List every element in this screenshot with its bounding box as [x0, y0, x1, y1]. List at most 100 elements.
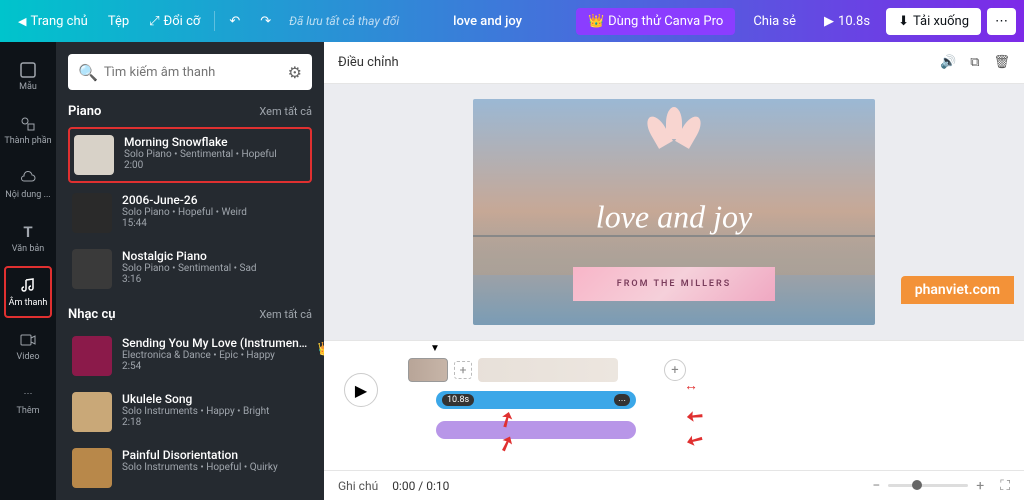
timeline-play-button[interactable]: ▶ — [344, 373, 378, 407]
rail-text[interactable]: TVăn bản — [4, 212, 52, 264]
section-title: Piano — [68, 104, 101, 119]
time-display: 0:00 / 0:10 — [392, 479, 449, 493]
track-item[interactable]: Nostalgic Piano Solo Piano • Sentimental… — [68, 243, 312, 295]
track-item[interactable]: Ukulele Song Solo Instruments • Happy • … — [68, 386, 312, 438]
more-icon: ⋯ — [18, 384, 38, 404]
track-meta: Solo Piano • Sentimental • Hopeful — [124, 149, 306, 160]
track-item[interactable]: 2006-June-26 Solo Piano • Hopeful • Weir… — [68, 187, 312, 239]
top-bar: ◀Trang chủ Tệp ⤢Đổi cỡ ↶ ↷ Đã lưu tất cả… — [0, 0, 1024, 42]
adjust-bar: Điều chỉnh 🔊 ⧉ 🗑 — [324, 42, 1024, 84]
play-icon: ▶ — [824, 14, 834, 29]
rail-more[interactable]: ⋯Thêm — [4, 374, 52, 426]
template-icon — [18, 60, 38, 80]
add-clip-button[interactable]: + — [454, 361, 472, 379]
track-thumbnail — [72, 249, 112, 289]
track-meta: Solo Instruments • Happy • Bright — [122, 406, 308, 417]
track-name: Sending You My Love (Instrument... — [122, 336, 308, 350]
search-input[interactable] — [104, 65, 282, 80]
fit-button[interactable]: ⛶ — [1000, 478, 1010, 494]
resize-button[interactable]: ⤢Đổi cỡ — [139, 8, 210, 35]
zoom-in-button[interactable]: + — [976, 478, 984, 494]
playhead-marker[interactable]: ▼ — [430, 343, 440, 354]
track-thumbnail — [72, 392, 112, 432]
zoom-slider[interactable] — [888, 484, 968, 487]
video-clip[interactable] — [408, 358, 448, 382]
side-rail: Mẫu Thành phần Nội dung ... TVăn bản Âm … — [0, 42, 56, 500]
music-icon — [18, 276, 38, 296]
document-title[interactable]: love and joy — [399, 14, 576, 29]
home-button[interactable]: ◀Trang chủ — [8, 8, 98, 35]
volume-icon[interactable]: 🔊 — [940, 55, 956, 70]
track-duration: 2:18 — [122, 417, 308, 428]
video-icon — [18, 330, 38, 350]
track-name: Ukulele Song — [122, 392, 308, 406]
track-thumbnail — [72, 448, 112, 488]
bottom-bar: Ghi chú 0:00 / 0:10 − + ⛶ — [324, 470, 1024, 500]
section-header-piano: Piano Xem tất cả — [68, 104, 312, 119]
video-clip-dim[interactable] — [478, 358, 618, 382]
clip-menu-icon[interactable]: ⋯ — [614, 394, 630, 406]
subtitle-band[interactable]: FROM THE MILLERS — [573, 267, 775, 301]
see-all-link[interactable]: Xem tất cả — [259, 105, 312, 118]
more-button[interactable]: ⋯ — [987, 8, 1016, 35]
canvas-area: Điều chỉnh 🔊 ⧉ 🗑 love and joy FROM THE M… — [324, 42, 1024, 500]
timeline: ▶ ▼ + + 10.8s ⋯ — [324, 340, 1024, 470]
cloud-icon — [18, 168, 38, 188]
track-thumbnail — [72, 193, 112, 233]
rail-audio[interactable]: Âm thanh — [4, 266, 52, 318]
audio-clip-blue[interactable]: 10.8s ⋯ — [436, 391, 636, 409]
download-button[interactable]: ⬇Tải xuống — [886, 8, 981, 35]
track-duration: 3:16 — [122, 274, 308, 285]
search-box[interactable]: 🔍 ⚙ — [68, 54, 312, 90]
canvas-stage[interactable]: love and joy FROM THE MILLERS phanviet.c… — [324, 84, 1024, 340]
section-header-instruments: Nhạc cụ Xem tất cả — [68, 307, 312, 322]
search-icon: 🔍 — [78, 63, 98, 82]
notes-button[interactable]: Ghi chú — [338, 479, 378, 493]
petal-graphic — [644, 107, 704, 167]
save-status: Đã lưu tất cả thay đổi — [289, 14, 399, 28]
track-item[interactable]: Morning Snowflake Solo Piano • Sentiment… — [68, 127, 312, 183]
see-all-link[interactable]: Xem tất cả — [259, 308, 312, 321]
file-menu[interactable]: Tệp — [98, 8, 139, 35]
add-scene-button[interactable]: + — [664, 359, 686, 381]
play-button[interactable]: ▶10.8s — [814, 8, 880, 35]
try-pro-button[interactable]: 👑Dùng thử Canva Pro — [576, 8, 735, 35]
video-preview[interactable]: love and joy FROM THE MILLERS — [473, 99, 875, 325]
zoom-out-button[interactable]: − — [872, 478, 880, 494]
track-item[interactable]: Painful Disorientation Solo Instruments … — [68, 442, 312, 494]
filter-icon[interactable]: ⚙ — [288, 63, 302, 82]
elements-icon — [18, 114, 38, 134]
track-meta: Solo Instruments • Hopeful • Quirky — [122, 462, 308, 473]
duplicate-icon[interactable]: ⧉ — [970, 55, 979, 70]
duration-badge: 10.8s — [442, 394, 474, 406]
rail-elements[interactable]: Thành phần — [4, 104, 52, 156]
track-meta: Solo Piano • Sentimental • Sad — [122, 263, 308, 274]
text-icon: T — [18, 222, 38, 242]
track-meta: Solo Piano • Hopeful • Weird — [122, 207, 308, 218]
rail-templates[interactable]: Mẫu — [4, 50, 52, 102]
share-button[interactable]: Chia sẻ — [741, 8, 808, 35]
track-name: 2006-June-26 — [122, 193, 308, 207]
track-item[interactable]: Sending You My Love (Instrument... Elect… — [68, 330, 312, 382]
undo-button[interactable]: ↶ — [219, 8, 250, 35]
rail-uploads[interactable]: Nội dung ... — [4, 158, 52, 210]
crown-icon: 👑 — [588, 14, 604, 29]
track-name: Nostalgic Piano — [122, 249, 308, 263]
track-thumbnail — [74, 135, 114, 175]
adjust-label[interactable]: Điều chỉnh — [338, 55, 399, 70]
audio-panel: 🔍 ⚙ Piano Xem tất cả Morning Snowflake S… — [56, 42, 324, 500]
watermark: phanviet.com — [901, 276, 1014, 304]
track-meta: Electronica & Dance • Epic • Happy — [122, 350, 308, 361]
track-duration: 15:44 — [122, 218, 308, 229]
rail-video[interactable]: Video — [4, 320, 52, 372]
section-title: Nhạc cụ — [68, 307, 115, 322]
track-name: Morning Snowflake — [124, 135, 306, 149]
track-duration: 2:00 — [124, 160, 306, 171]
title-text[interactable]: love and joy — [596, 198, 752, 235]
trash-icon[interactable]: 🗑 — [993, 55, 1010, 70]
track-duration: 2:54 — [122, 361, 308, 372]
track-name: Painful Disorientation — [122, 448, 308, 462]
audio-clip-purple[interactable] — [436, 421, 636, 439]
download-icon: ⬇ — [898, 14, 909, 29]
redo-button[interactable]: ↷ — [250, 8, 281, 35]
